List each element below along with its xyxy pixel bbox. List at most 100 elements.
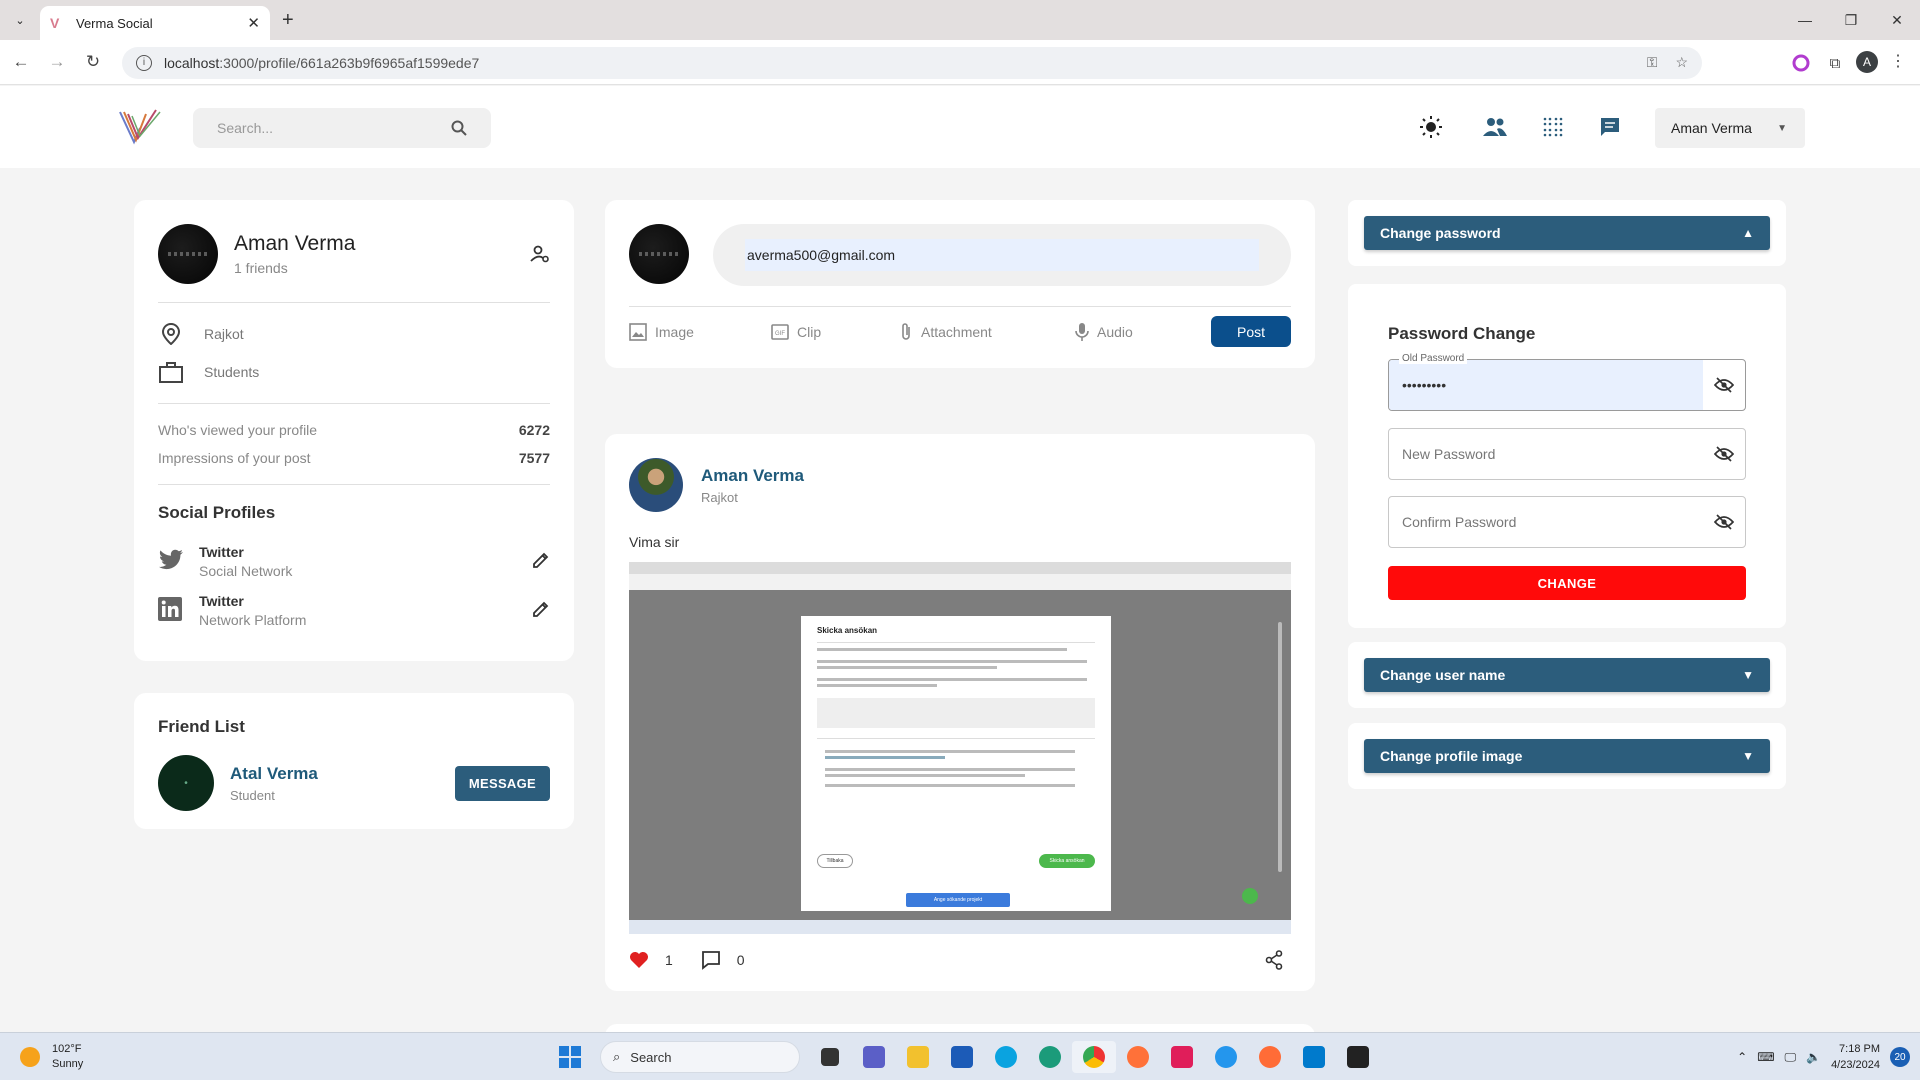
notification-badge[interactable]: 20 — [1890, 1047, 1910, 1067]
file-explorer-icon[interactable] — [896, 1041, 940, 1073]
address-bar[interactable]: i localhost:3000/profile/661a263b9f6965a… — [122, 47, 1702, 79]
postman-icon[interactable] — [1248, 1041, 1292, 1073]
tab-close-icon[interactable]: ✕ — [247, 14, 260, 32]
visibility-off-icon[interactable] — [1703, 514, 1745, 530]
tab-search-chevron-icon[interactable]: ⌄ — [8, 8, 32, 32]
color-extension-icon[interactable] — [1790, 52, 1812, 74]
edit-pencil-icon[interactable] — [532, 600, 550, 621]
accordion-title: Change user name — [1380, 667, 1506, 683]
change-password-button[interactable]: CHANGE — [1388, 566, 1746, 600]
new-password-input[interactable] — [1389, 429, 1703, 479]
show-hidden-icons-chevron-icon[interactable]: ⌃ — [1737, 1050, 1747, 1064]
window-close-icon[interactable]: ✕ — [1874, 0, 1920, 40]
skype-icon[interactable] — [984, 1041, 1028, 1073]
friend-avatar[interactable]: • — [158, 755, 214, 811]
change-password-header[interactable]: Change password ▲ — [1364, 216, 1770, 250]
change-user-name-header[interactable]: Change user name ▼ — [1364, 658, 1770, 692]
browser-menu-icon[interactable]: ⋮ — [1890, 51, 1906, 71]
add-image-button[interactable]: Image — [629, 323, 771, 341]
apps-dots-icon[interactable] — [1540, 114, 1566, 140]
restore-icon[interactable]: ❐ — [1828, 0, 1874, 40]
profile-occupation: Students — [204, 364, 260, 380]
friend-name[interactable]: Atal Verma — [230, 764, 318, 784]
clock-date: 4/23/2024 — [1831, 1059, 1880, 1071]
forward-icon[interactable]: → — [46, 52, 68, 72]
task-view-icon[interactable] — [808, 1041, 852, 1073]
add-attachment-button[interactable]: Attachment — [899, 322, 1075, 342]
chevron-down-icon: ▼ — [1742, 749, 1754, 763]
theme-toggle-sun-icon[interactable] — [1418, 114, 1444, 140]
reload-icon[interactable]: ↻ — [82, 52, 104, 72]
search-input[interactable] — [217, 120, 451, 136]
post-author-avatar[interactable] — [629, 458, 683, 512]
weather-widget[interactable]: 102°F Sunny — [20, 1042, 83, 1072]
thumb-dialog-title: Skicka ansökan — [817, 626, 878, 635]
profile-name[interactable]: Aman Verma — [234, 232, 355, 256]
user-menu-select[interactable]: Aman Verma ▼ — [1655, 108, 1805, 148]
docker-icon[interactable] — [1204, 1041, 1248, 1073]
thumb-browser-tabs — [629, 562, 1291, 574]
stat-label: Impressions of your post — [158, 450, 311, 466]
network-icon[interactable]: 🖵 — [1785, 1050, 1797, 1065]
messages-chat-icon[interactable] — [1597, 114, 1623, 140]
verma-social-logo[interactable] — [116, 106, 164, 146]
post-button[interactable]: Post — [1211, 316, 1291, 347]
os-taskbar: 102°F Sunny ⌕ Search ⌃ ⌨ 🖵 🔈 7:18 PM 4/2… — [0, 1032, 1920, 1080]
thumb-line — [825, 784, 1075, 787]
back-icon[interactable]: ← — [10, 52, 32, 72]
confirm-password-input[interactable] — [1389, 497, 1703, 547]
firefox-icon[interactable] — [1116, 1041, 1160, 1073]
browser-profile-avatar[interactable]: A — [1856, 51, 1878, 73]
url-host: localhost — [164, 55, 220, 71]
post-image[interactable]: Skicka ansökan Tillbaka Skicka ansökan A… — [629, 562, 1291, 934]
old-password-input[interactable] — [1389, 360, 1703, 410]
taskbar-search[interactable]: ⌕ Search — [600, 1041, 800, 1073]
stat-value: 6272 — [518, 422, 550, 438]
social-name[interactable]: Twitter — [199, 544, 292, 560]
edge-browser-icon[interactable] — [1028, 1041, 1072, 1073]
change-profile-image-header[interactable]: Change profile image ▼ — [1364, 739, 1770, 773]
accordion-title: Change password — [1380, 225, 1501, 241]
social-name[interactable]: Twitter — [199, 593, 306, 609]
slack-icon[interactable] — [1160, 1041, 1204, 1073]
profile-avatar[interactable] — [158, 224, 218, 284]
thumb-taskbar — [629, 920, 1291, 934]
new-tab-icon[interactable]: + — [282, 9, 294, 32]
extensions-puzzle-icon[interactable]: ⧉ — [1824, 52, 1846, 74]
post-input[interactable] — [745, 239, 1259, 271]
message-button[interactable]: MESSAGE — [454, 765, 550, 801]
terminal-icon[interactable] — [1336, 1041, 1380, 1073]
share-icon[interactable] — [1265, 950, 1283, 970]
vscode-icon[interactable] — [1292, 1041, 1336, 1073]
teams-meet-icon[interactable] — [852, 1041, 896, 1073]
chrome-browser-icon[interactable] — [1072, 1041, 1116, 1073]
volume-icon[interactable]: 🔈 — [1806, 1050, 1821, 1064]
bookmark-star-icon[interactable]: ☆ — [1675, 54, 1688, 71]
comment-icon[interactable] — [701, 950, 721, 970]
browser-tab[interactable]: V Verma Social ✕ — [40, 6, 270, 40]
site-info-icon[interactable]: i — [136, 55, 152, 71]
visibility-off-icon[interactable] — [1703, 446, 1745, 462]
keyboard-icon[interactable]: ⌨ — [1757, 1050, 1774, 1064]
edit-pencil-icon[interactable] — [532, 551, 550, 572]
add-audio-button[interactable]: Audio — [1075, 322, 1133, 342]
post-author-location: Rajkot — [701, 489, 738, 505]
microsoft-store-icon[interactable] — [940, 1041, 984, 1073]
dropdown-caret-icon: ▼ — [1777, 122, 1787, 134]
system-clock[interactable]: 7:18 PM 4/23/2024 — [1831, 1041, 1880, 1073]
windows-start-icon[interactable] — [548, 1041, 592, 1073]
add-clip-button[interactable]: GIF Clip — [771, 323, 899, 341]
manage-account-icon[interactable] — [530, 244, 550, 264]
profile-views-stat: Who's viewed your profile 6272 — [158, 416, 550, 444]
visibility-off-icon[interactable] — [1703, 377, 1745, 393]
password-key-icon[interactable]: ⚿ — [1647, 54, 1658, 71]
like-heart-icon[interactable] — [629, 951, 649, 969]
post-author-name[interactable]: Aman Verma — [701, 466, 804, 486]
chevron-up-icon: ▲ — [1742, 226, 1754, 240]
divider — [629, 306, 1291, 307]
friends-people-icon[interactable] — [1482, 114, 1508, 140]
search-icon[interactable] — [451, 120, 467, 136]
post-text: Vima sir — [629, 534, 680, 550]
thumb-line — [817, 738, 1095, 739]
minimize-icon[interactable]: — — [1782, 0, 1828, 40]
